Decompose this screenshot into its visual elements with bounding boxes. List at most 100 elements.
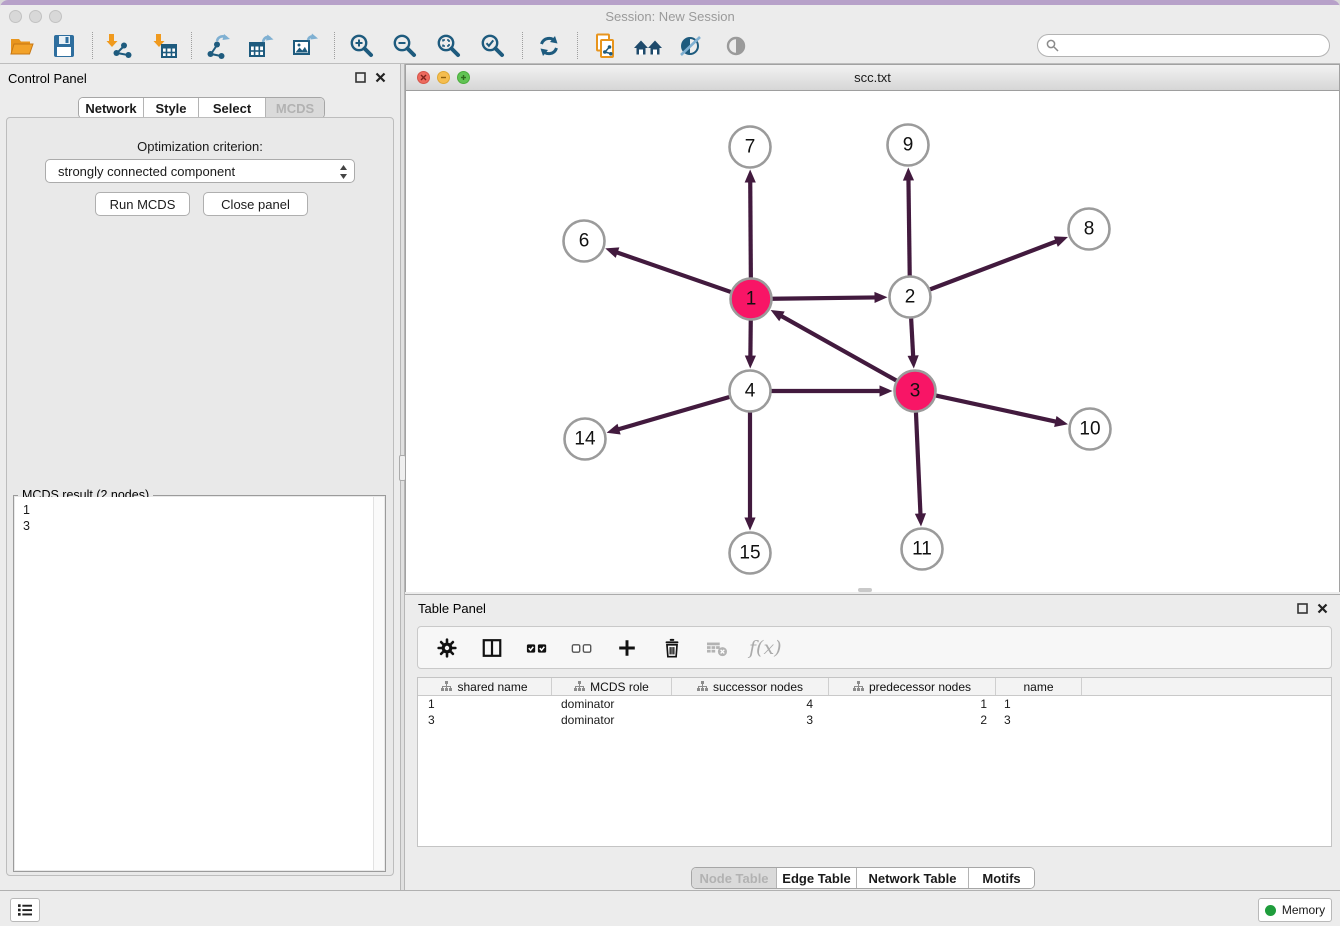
column-type-icon: [574, 681, 585, 692]
close-panel-icon[interactable]: [375, 72, 386, 83]
graph-edge-2-9[interactable]: [903, 167, 914, 275]
graph-edge-4-15[interactable]: [744, 413, 755, 531]
close-panel-button[interactable]: Close panel: [203, 192, 308, 216]
select-all-checkboxes-icon[interactable]: [524, 635, 550, 661]
float-table-panel-icon[interactable]: [1297, 603, 1308, 614]
save-session-icon[interactable]: [48, 31, 80, 61]
graph-node-label: 6: [579, 231, 590, 252]
graph-edge-1-7[interactable]: [745, 169, 756, 277]
graph-edge-3-11[interactable]: [915, 412, 926, 526]
zoom-fit-icon[interactable]: [433, 31, 465, 61]
graph-edge-1-2[interactable]: [772, 292, 887, 303]
table-cell[interactable]: 2: [829, 712, 996, 728]
main-titlebar: Session: New Session: [0, 5, 1340, 29]
column-header-predecessor-nodes[interactable]: predecessor nodes: [829, 678, 996, 695]
column-header-shared-name[interactable]: shared name: [418, 678, 552, 695]
column-header-successor-nodes[interactable]: successor nodes: [672, 678, 829, 695]
tab-select[interactable]: Select: [199, 98, 266, 118]
column-header-name[interactable]: name: [996, 678, 1082, 695]
graph-edge-4-14[interactable]: [607, 397, 730, 434]
float-panel-icon[interactable]: [355, 72, 366, 83]
copy-network-icon[interactable]: [589, 31, 621, 61]
tab-network-table[interactable]: Network Table: [857, 868, 969, 888]
home-icon[interactable]: [632, 31, 664, 61]
export-image-icon[interactable]: [289, 31, 321, 61]
table-cell[interactable]: 3: [672, 712, 829, 728]
mcds-result-item[interactable]: 3: [15, 518, 384, 534]
table-cell[interactable]: 1: [829, 696, 996, 712]
zoom-out-icon[interactable]: [389, 31, 421, 61]
tab-network[interactable]: Network: [79, 98, 144, 118]
import-network-icon[interactable]: [102, 31, 134, 61]
graph-node-8[interactable]: 8: [1069, 209, 1110, 250]
tab-node-table[interactable]: Node Table: [692, 868, 777, 888]
graph-edge-3-1[interactable]: [771, 310, 897, 380]
zoom-in-icon[interactable]: [346, 31, 378, 61]
tab-edge-table[interactable]: Edge Table: [777, 868, 857, 888]
mcds-result-list[interactable]: 13: [15, 497, 384, 870]
graph-node-2[interactable]: 2: [890, 277, 931, 318]
zoom-selected-icon[interactable]: [477, 31, 509, 61]
mcds-result-group: MCDS result (2 nodes) 13: [13, 495, 386, 872]
graph-edge-3-10[interactable]: [936, 396, 1068, 427]
tab-motifs[interactable]: Motifs: [969, 868, 1034, 888]
network-scroll-handle[interactable]: [858, 588, 872, 592]
column-header-MCDS-role[interactable]: MCDS role: [552, 678, 672, 695]
mcds-result-scrollbar[interactable]: [373, 497, 384, 870]
status-bar: Memory: [0, 890, 1340, 926]
graph-edge-2-8[interactable]: [930, 236, 1068, 289]
run-mcds-button[interactable]: Run MCDS: [95, 192, 190, 216]
export-table-icon[interactable]: [245, 31, 277, 61]
graph-node-3[interactable]: 3: [895, 371, 936, 412]
graph-node-4[interactable]: 4: [730, 371, 771, 412]
table-cell[interactable]: 4: [672, 696, 829, 712]
graph-node-11[interactable]: 11: [902, 529, 943, 570]
table-cell[interactable]: dominator: [552, 696, 672, 712]
network-canvas[interactable]: 1 2 3 4 6 7 8 9 10 11 14 15: [406, 91, 1339, 592]
tab-mcds[interactable]: MCDS: [266, 98, 324, 118]
table-row[interactable]: 1dominator411: [418, 696, 1331, 712]
task-history-button[interactable]: [10, 898, 40, 922]
search-input[interactable]: [1064, 39, 1321, 53]
import-table-icon[interactable]: [149, 31, 181, 61]
hide-selected-icon[interactable]: [675, 31, 707, 61]
graph-edge-1-6[interactable]: [605, 247, 730, 292]
show-all-icon[interactable]: [720, 31, 752, 61]
node-table[interactable]: shared name MCDS rolesuccessor nodesprede…: [417, 677, 1332, 847]
graph-edge-2-3[interactable]: [908, 318, 919, 368]
table-panel-tabs: Node TableEdge TableNetwork TableMotifs: [691, 867, 1035, 889]
graph-node-1[interactable]: 1: [731, 279, 772, 320]
table-cell[interactable]: dominator: [552, 712, 672, 728]
table-cell[interactable]: 1: [996, 696, 1082, 712]
graph-node-15[interactable]: 15: [730, 533, 771, 574]
close-table-panel-icon[interactable]: [1317, 603, 1328, 614]
apply-layout-icon[interactable]: [533, 31, 565, 61]
mcds-result-item[interactable]: 1: [15, 502, 384, 518]
tab-style[interactable]: Style: [144, 98, 199, 118]
graph-node-6[interactable]: 6: [564, 221, 605, 262]
table-cell[interactable]: 1: [418, 696, 552, 712]
network-view-titlebar[interactable]: scc.txt: [406, 65, 1339, 91]
graph-node-7[interactable]: 7: [730, 127, 771, 168]
toolbar-separator: [92, 32, 93, 59]
table-row[interactable]: 3dominator323: [418, 712, 1331, 728]
export-network-icon[interactable]: [202, 31, 234, 61]
table-cell[interactable]: 3: [996, 712, 1082, 728]
graph-edge-4-3[interactable]: [772, 385, 893, 396]
criterion-dropdown[interactable]: strongly connected component: [45, 159, 355, 183]
delete-column-icon[interactable]: [659, 635, 685, 661]
deselect-all-checkboxes-icon[interactable]: [569, 635, 595, 661]
graph-node-14[interactable]: 14: [565, 419, 606, 460]
table-cell[interactable]: 3: [418, 712, 552, 728]
column-header-label: shared name: [457, 680, 527, 694]
graph-node-10[interactable]: 10: [1070, 409, 1111, 450]
window-title: Session: New Session: [0, 5, 1340, 29]
search-field[interactable]: [1037, 34, 1330, 57]
graph-node-9[interactable]: 9: [888, 125, 929, 166]
table-settings-gear-icon[interactable]: [434, 635, 460, 661]
add-column-icon[interactable]: [614, 635, 640, 661]
graph-edge-1-4[interactable]: [745, 320, 756, 368]
open-session-icon[interactable]: [6, 31, 38, 61]
split-panel-icon[interactable]: [479, 635, 505, 661]
memory-button[interactable]: Memory: [1258, 898, 1332, 922]
